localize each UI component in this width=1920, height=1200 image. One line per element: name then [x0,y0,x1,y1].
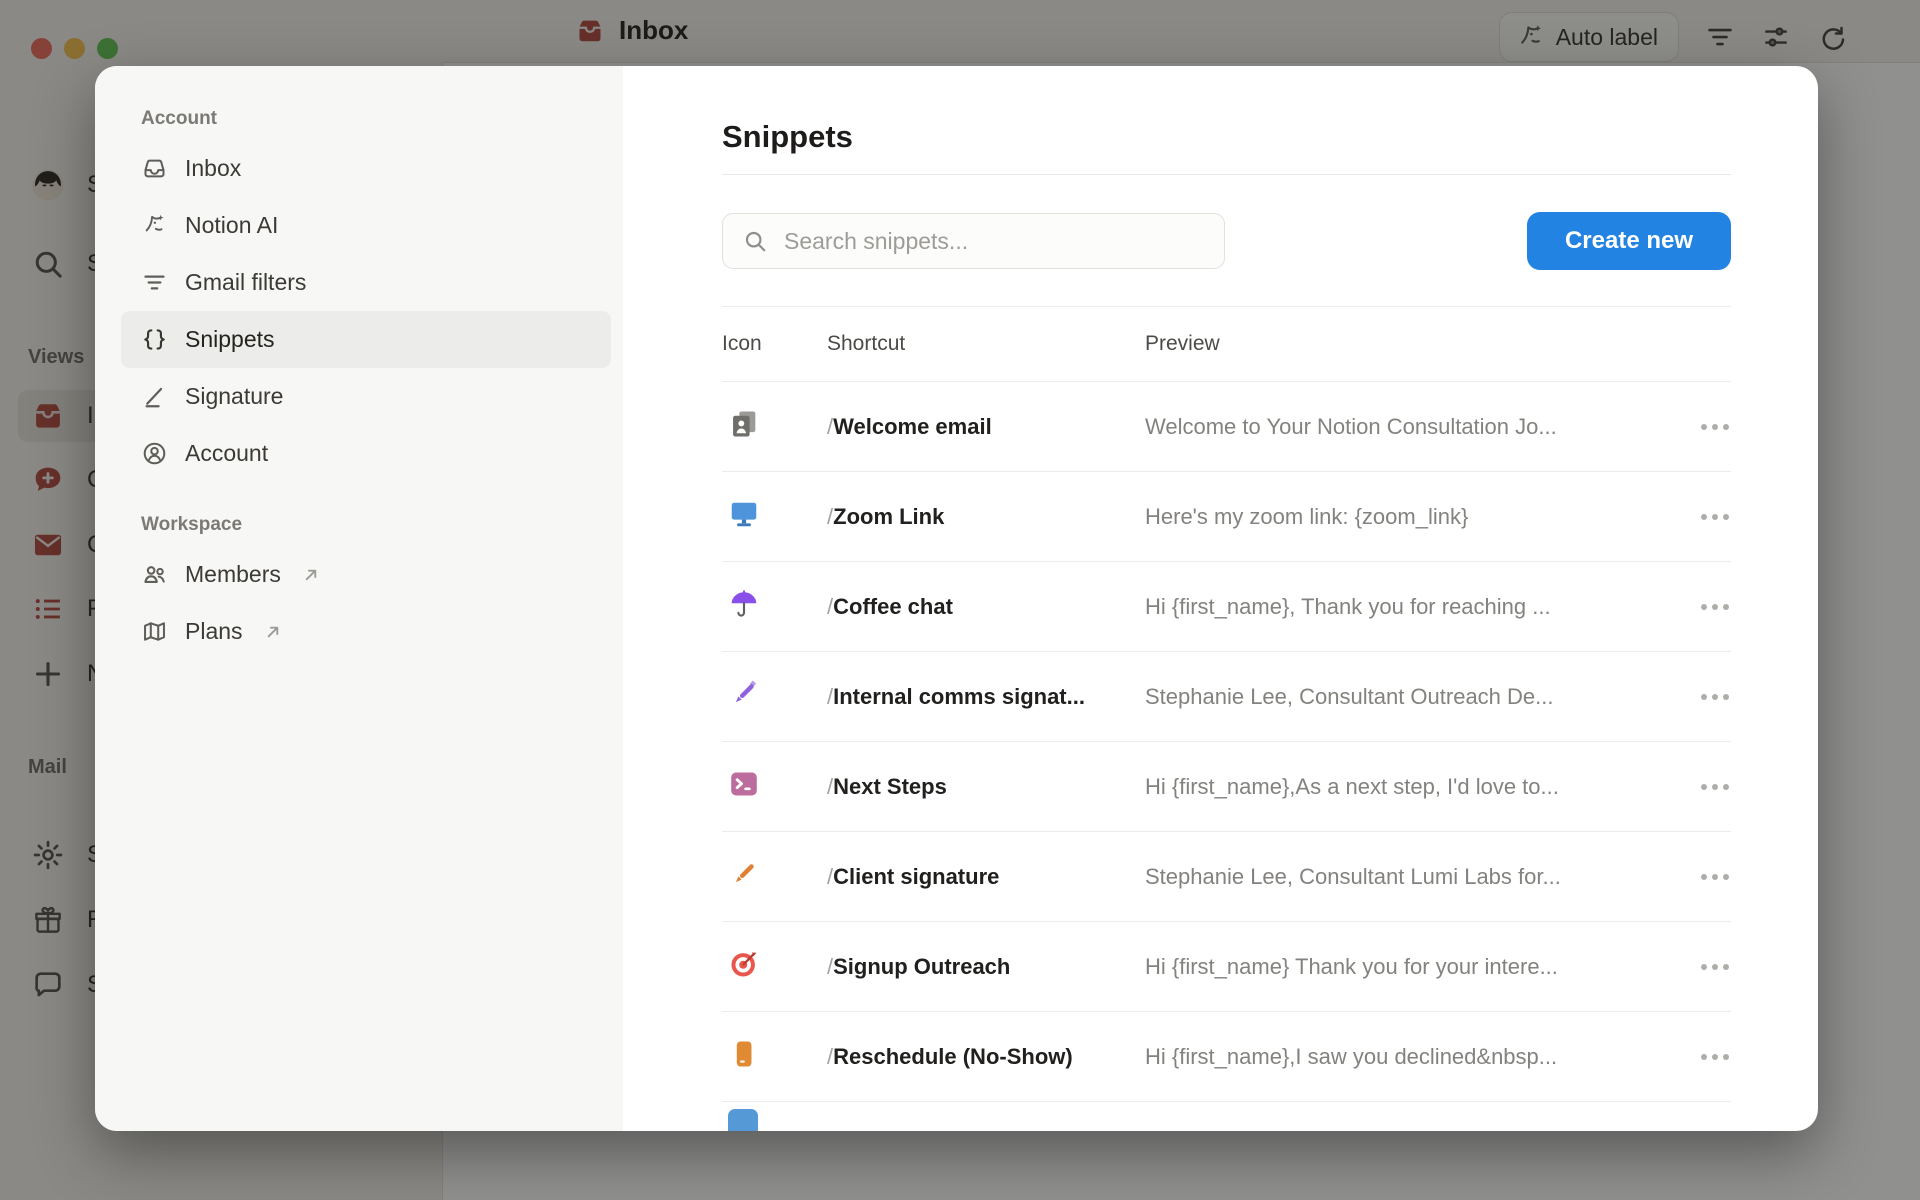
table-row[interactable]: /Client signatureStephanie Lee, Consulta… [722,831,1731,921]
snippet-shortcut: /Next Steps [827,774,1145,800]
sidebar-item-inbox[interactable]: Inbox [121,140,611,197]
snippet-preview: Stephanie Lee, Consultant Lumi Labs for.… [1145,864,1697,890]
pen-orange-icon [728,858,760,890]
row-menu-button[interactable] [1699,508,1731,526]
table-row[interactable]: /Next StepsHi {first_name},As a next ste… [722,741,1731,831]
table-row[interactable]: /Zoom LinkHere's my zoom link: {zoom_lin… [722,471,1731,561]
page-title: Snippets [722,118,1731,156]
map-icon [141,618,168,645]
settings-sidebar: Account InboxNotion AIGmail filtersSnippe… [95,66,623,1131]
nav-section-header: Account [121,104,611,134]
table-row[interactable]: /Internal comms signat...Stephanie Lee, … [722,651,1731,741]
snippet-shortcut: /Signup Outreach [827,954,1145,980]
snippet-shortcut: /Reschedule (No-Show) [827,1044,1145,1070]
settings-modal: AccountInboxNotion AIGmail filtersSnippe… [95,66,1818,1131]
table-row[interactable]: /Signup OutreachHi {first_name} Thank yo… [722,921,1731,1011]
search-box [722,213,1225,269]
snippet-preview: Here's my zoom link: {zoom_link} [1145,504,1697,530]
column-header-preview: Preview [1145,332,1697,356]
snippet-preview: Hi {first_name}, Thank you for reaching … [1145,594,1697,620]
create-new-button[interactable]: Create new [1527,212,1731,270]
filter-lines-icon [141,269,168,296]
snippet-shortcut: /Client signature [827,864,1145,890]
row-menu-button[interactable] [1699,1048,1731,1066]
table-header-row: Icon Shortcut Preview [722,307,1731,381]
row-menu-button[interactable] [1699,598,1731,616]
table-row[interactable]: /Welcome emailWelcome to Your Notion Con… [722,381,1731,471]
inbox-outline-icon [141,155,168,182]
snippet-shortcut: /Internal comms signat... [827,684,1145,710]
target-icon [728,948,760,980]
snippet-shortcut: /Zoom Link [827,504,1145,530]
external-link-icon [262,621,284,643]
snippet-shortcut: /Welcome email [827,414,1145,440]
braces-icon [141,326,168,353]
snippet-preview: Welcome to Your Notion Consultation Jo..… [1145,414,1697,440]
sidebar-item-snippets[interactable]: Snippets [121,311,611,368]
sidebar-item-notion-ai[interactable]: Notion AI [121,197,611,254]
search-icon [742,228,768,254]
members-icon [141,561,168,588]
sidebar-item-account[interactable]: Account [121,425,611,482]
row-menu-button[interactable] [1699,958,1731,976]
snippet-preview: Hi {first_name},I saw you declined&nbsp.… [1145,1044,1697,1070]
contact-card-icon [728,408,760,440]
sidebar-item-signature[interactable]: Signature [121,368,611,425]
terminal-icon [728,768,760,800]
person-circle-icon [141,440,168,467]
column-header-icon: Icon [722,332,827,356]
row-menu-button[interactable] [1699,688,1731,706]
snippet-shortcut: /Coffee chat [827,594,1145,620]
snippet-preview: Hi {first_name} Thank you for your inter… [1145,954,1697,980]
title-divider [722,174,1731,175]
table-row[interactable]: /Coffee chatHi {first_name}, Thank you f… [722,561,1731,651]
snippet-preview: Stephanie Lee, Consultant Outreach De... [1145,684,1697,710]
nav-section-header: Workspace [121,510,611,540]
notion-ai-icon [141,212,168,239]
sidebar-item-members[interactable]: Members [121,546,611,603]
sidebar-item-plans[interactable]: Plans [121,603,611,660]
partial-row-icon [728,1109,758,1131]
signature-icon [141,383,168,410]
partial-next-row [722,1101,1731,1131]
snippet-preview: Hi {first_name},As a next step, I'd love… [1145,774,1697,800]
sidebar-item-gmail-filters[interactable]: Gmail filters [121,254,611,311]
snippets-table: Icon Shortcut Preview /Welcome emailWelc… [722,306,1731,1131]
external-link-icon [300,564,322,586]
row-menu-button[interactable] [1699,418,1731,436]
settings-main-panel: Snippets Create new Icon Shortcut Previe… [623,66,1818,1131]
book-icon [728,1038,760,1070]
column-header-shortcut: Shortcut [827,332,1145,356]
pen-purple-icon [728,678,760,710]
search-input[interactable] [782,227,1208,256]
app-window: Inbox Auto label SSViewsInCCPNMailSRS 15… [0,0,1920,1200]
row-menu-button[interactable] [1699,868,1731,886]
row-menu-button[interactable] [1699,778,1731,796]
umbrella-icon [728,588,760,620]
monitor-icon [728,498,760,530]
table-row[interactable]: /Reschedule (No-Show)Hi {first_name},I s… [722,1011,1731,1101]
